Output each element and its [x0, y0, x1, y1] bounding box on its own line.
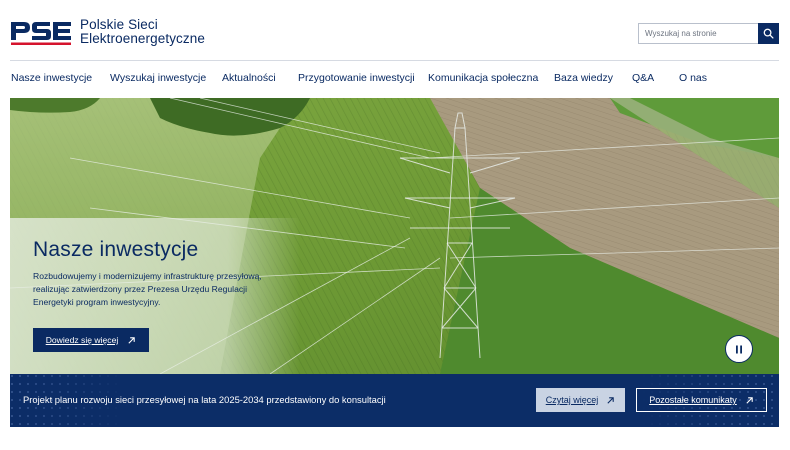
hero-banner: Nasze inwestycje Rozbudowujemy i moderni… [10, 98, 779, 374]
search-input[interactable] [638, 23, 758, 44]
announcement-text: Projekt planu rozwoju sieci przesyłowej … [23, 394, 386, 405]
hero-title: Nasze inwestycje [33, 238, 199, 261]
brand-name-line2: Elektroenergetyczne [80, 31, 205, 46]
hero-description: Rozbudowujemy i modernizujemy infrastruk… [33, 271, 262, 307]
nav-item-baza-wiedzy[interactable]: Baza wiedzy [554, 72, 613, 84]
nav-item-nasze-inwestycje[interactable]: Nasze inwestycje [11, 72, 92, 84]
slider-pause-button[interactable] [725, 335, 753, 363]
nav-item-o-nas[interactable]: O nas [679, 72, 707, 84]
search-icon [763, 28, 774, 39]
search-form [638, 23, 779, 44]
brand-name: Polskie Sieci Elektroenergetyczne [80, 18, 205, 46]
read-more-label: Czytaj więcej [545, 395, 599, 405]
pause-icon [736, 345, 742, 353]
nav-item-przygotowanie-inwestycji[interactable]: Przygotowanie inwestycji [298, 72, 415, 84]
pse-logo-icon [11, 22, 71, 45]
brand-name-line1: Polskie Sieci [80, 17, 158, 32]
arrow-up-right-icon [607, 396, 614, 404]
learn-more-button[interactable]: Dowiedz się więcej [33, 328, 149, 352]
header-divider [10, 60, 779, 61]
learn-more-label: Dowiedz się więcej [45, 335, 119, 345]
other-announcements-label: Pozostałe komunikaty [649, 395, 737, 405]
read-more-button[interactable]: Czytaj więcej [536, 388, 625, 412]
logo[interactable]: Polskie Sieci Elektroenergetyczne [10, 18, 205, 46]
nav-item-komunikacja-spoleczna[interactable]: Komunikacja społeczna [428, 72, 538, 84]
search-button[interactable] [758, 23, 779, 44]
other-announcements-button[interactable]: Pozostałe komunikaty [636, 388, 767, 412]
nav-item-aktualnosci[interactable]: Aktualności [222, 72, 276, 84]
announcement-bar: Projekt planu rozwoju sieci przesyłowej … [10, 374, 779, 427]
arrow-up-right-icon [746, 396, 753, 404]
nav-item-wyszukaj-inwestycje[interactable]: Wyszukaj inwestycje [110, 72, 206, 84]
nav-item-qa[interactable]: Q&A [632, 72, 654, 84]
main-nav: Nasze inwestycje Wyszukaj inwestycje Akt… [0, 68, 790, 90]
arrow-up-right-icon [128, 336, 136, 344]
